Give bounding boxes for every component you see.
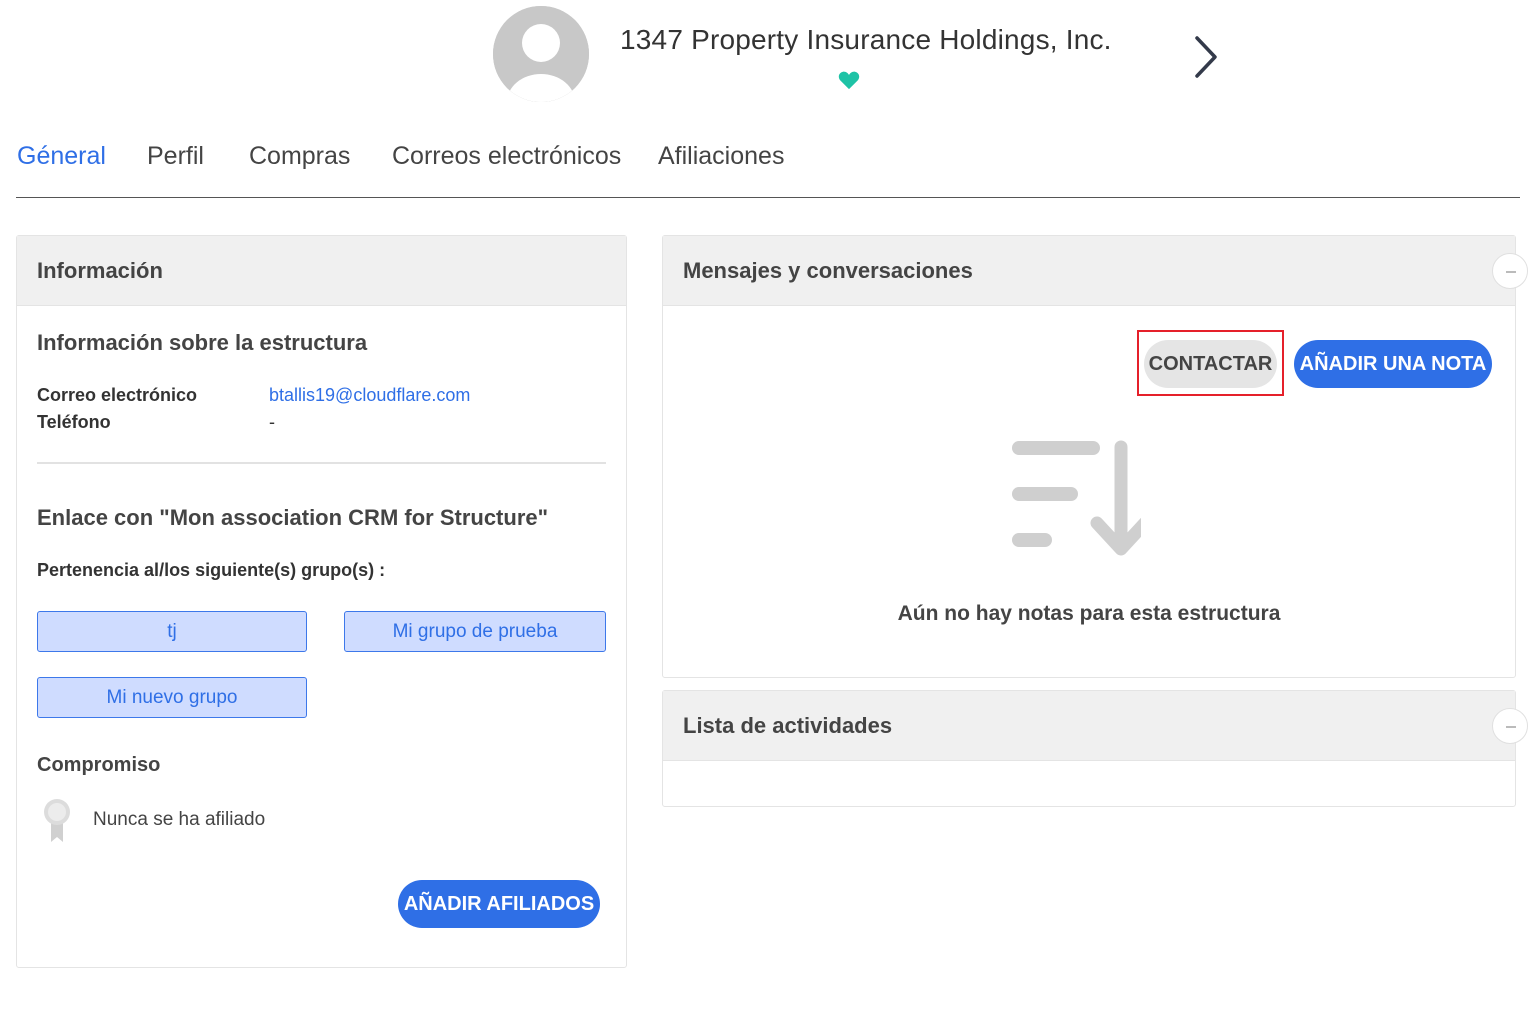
email-link[interactable]: btallis19@cloudflare.com	[269, 385, 470, 406]
activities-card-title: Lista de actividades	[683, 713, 893, 738]
commitment-status: Nunca se ha afiliado	[93, 809, 266, 830]
group-chip-new-group[interactable]: Mi nuevo grupo	[37, 677, 307, 718]
collapse-activities-button[interactable]	[1492, 708, 1528, 744]
structure-profile-page: 1347 Property Insurance Holdings, Inc. G…	[0, 0, 1536, 1024]
structure-info-title: Información sobre la estructura	[37, 330, 368, 355]
link-section-title: Enlace con "Mon association CRM for Stru…	[37, 505, 549, 530]
information-card-title: Información	[37, 258, 163, 283]
sort-descending-icon	[1012, 440, 1141, 556]
tab-affiliations[interactable]: Afiliaciones	[658, 142, 784, 171]
activities-card-header: Lista de actividades	[663, 691, 1515, 761]
minus-icon	[1506, 271, 1516, 273]
minus-icon	[1506, 726, 1516, 728]
groups-label: Pertenencia al/los siguiente(s) grupo(s)…	[37, 560, 386, 580]
user-avatar-icon	[493, 6, 589, 102]
commitment-title: Compromiso	[37, 754, 161, 776]
messages-card-header: Mensajes y conversaciones	[663, 236, 1515, 306]
phone-value: -	[269, 412, 275, 432]
add-affiliates-button[interactable]: AÑADIR AFILIADOS	[398, 880, 600, 928]
organization-name: 1347 Property Insurance Holdings, Inc.	[620, 24, 1112, 55]
tab-bar: Géneral Perfil Compras Correos electróni…	[16, 140, 1520, 198]
empty-notes-message: Aún no hay notas para esta estructura	[897, 602, 1281, 625]
activities-card: Lista de actividades	[662, 690, 1528, 807]
section-divider	[37, 462, 606, 464]
collapse-messages-button[interactable]	[1492, 253, 1528, 289]
award-ribbon-icon	[44, 799, 70, 842]
tab-purchases[interactable]: Compras	[249, 142, 350, 171]
tab-profile[interactable]: Perfil	[147, 142, 204, 171]
add-note-button[interactable]: AÑADIR UNA NOTA	[1294, 340, 1492, 388]
group-chip-tj[interactable]: tj	[37, 611, 307, 652]
messages-card-title: Mensajes y conversaciones	[683, 258, 973, 283]
tab-general[interactable]: Géneral	[17, 142, 106, 171]
avatar	[493, 6, 589, 102]
chevron-right-icon[interactable]	[1190, 34, 1222, 80]
phone-label: Teléfono	[37, 412, 111, 432]
email-label: Correo electrónico	[37, 385, 198, 405]
heart-icon[interactable]	[838, 70, 860, 90]
messages-card: Mensajes y conversaciones CONTACTAR AÑAD…	[662, 235, 1528, 678]
group-chip-test-group[interactable]: Mi grupo de prueba	[344, 611, 606, 652]
contact-button[interactable]: CONTACTAR	[1144, 340, 1277, 388]
tab-emails[interactable]: Correos electrónicos	[392, 142, 621, 171]
information-card: Información Información sobre la estruct…	[16, 235, 627, 968]
information-card-header: Información	[17, 236, 626, 306]
